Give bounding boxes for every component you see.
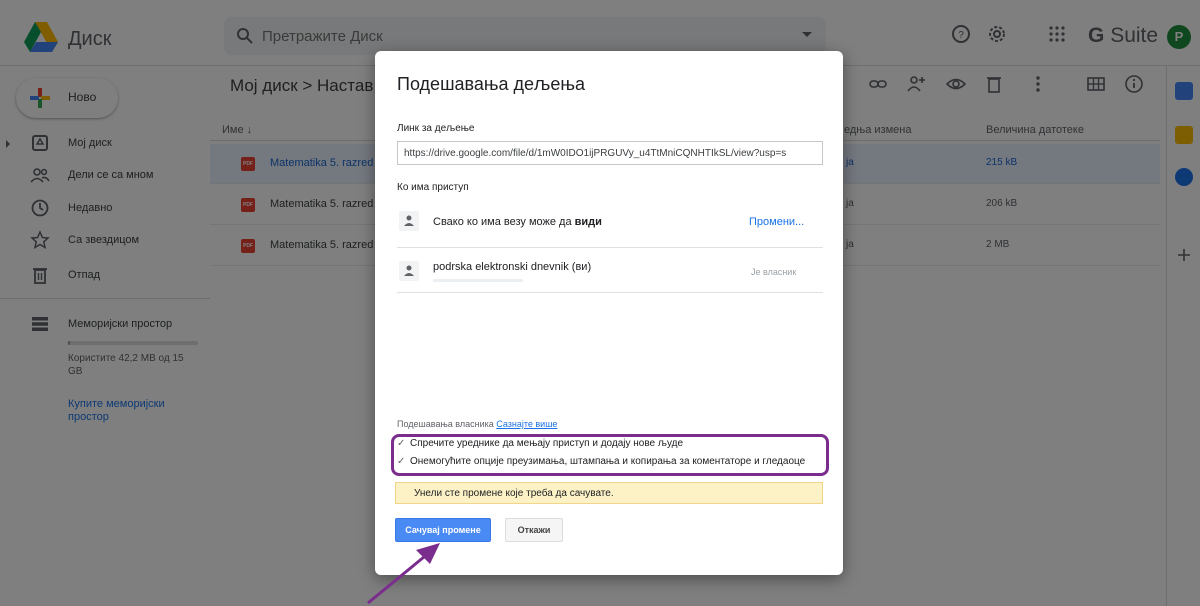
share-link-field[interactable] [397, 141, 823, 165]
person-icon [399, 261, 419, 281]
change-access-link[interactable]: Промени... [749, 216, 804, 228]
dialog-title: Подешавања дељења [397, 74, 585, 94]
access-anyone-text: Свако ко има везу може да види [433, 216, 602, 228]
owner-name: podrska elektronski dnevnik (ви) [433, 261, 592, 273]
sharing-settings-dialog: Подешавања дељења Линк за дељење Ко има … [375, 51, 843, 575]
owner-settings-label: Подешавања власника Сазнајте више [397, 419, 558, 429]
access-row-owner: podrska elektronski dnevnik (ви) Је влас… [397, 250, 823, 293]
unsaved-changes-warning: Унели сте промене које треба да сачувате… [395, 482, 823, 504]
cancel-button[interactable]: Откажи [505, 518, 563, 542]
learn-more-link[interactable]: Сазнајте више [496, 419, 557, 429]
link-person-icon [399, 211, 419, 231]
owner-role: Је власник [751, 267, 797, 277]
access-row-anyone: Свако ко има везу може да види Промени..… [397, 198, 823, 248]
warning-text: Унели сте промене које треба да сачувате… [414, 488, 614, 499]
share-link-label: Линк за дељење [397, 123, 475, 134]
access-label: Ко има приступ [397, 182, 469, 193]
annotation-highlight-box [391, 434, 829, 476]
save-changes-button[interactable]: Сачувај промене [395, 518, 491, 542]
owner-email-blurred [433, 279, 523, 282]
